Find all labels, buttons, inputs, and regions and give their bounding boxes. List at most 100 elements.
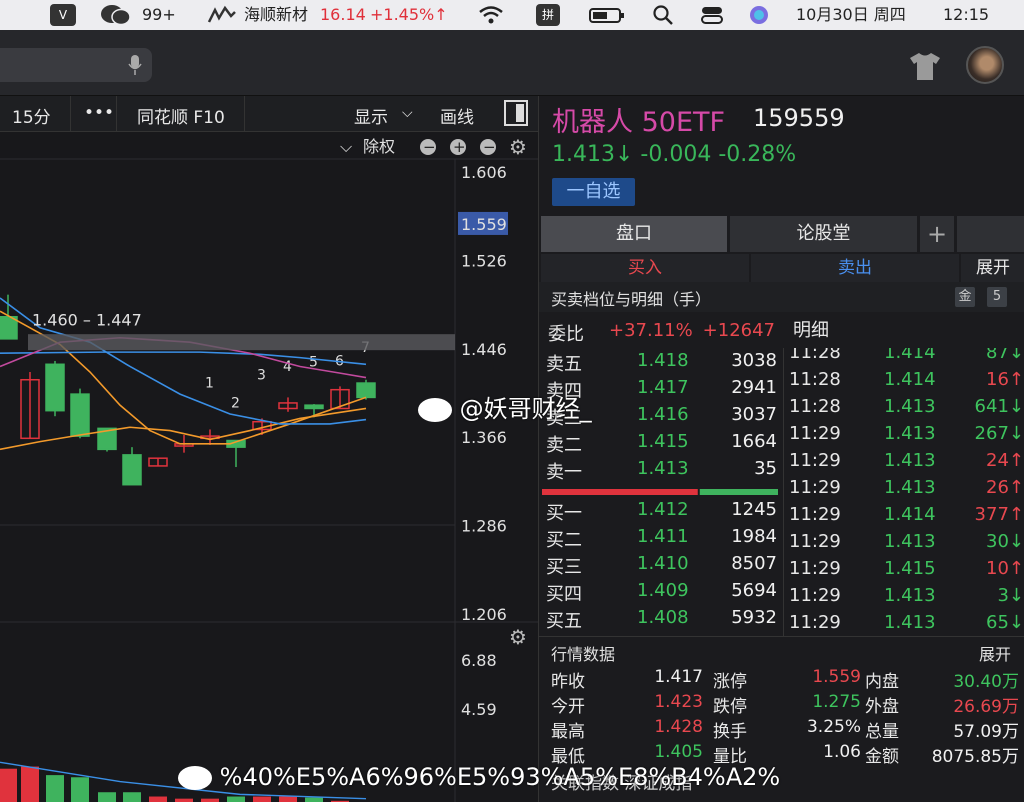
panel-tabs: 盘口 论股堂 + [539, 216, 1024, 252]
tick-row: 11:29 1.414 377↑ [784, 502, 1024, 529]
weibo-handle: @妖哥财经_ [459, 395, 592, 423]
level-label: 卖五 [546, 354, 582, 375]
display-menu[interactable]: 显示 [354, 103, 388, 128]
kline-svg: 除权 1234567 1.6061.5591.5261.4461.3661.28… [0, 135, 538, 802]
price-axis-tick: 1.606 [461, 163, 507, 182]
tick-list[interactable]: 11:28 1.414 87↓ 11:28 1.414 16↑ 11:28 1.413 641↓… [783, 348, 1024, 636]
wifi-icon[interactable] [478, 4, 504, 26]
input-method-icon[interactable]: 拼 [536, 4, 560, 26]
bid-row[interactable]: 买四 1.409 5694 [539, 578, 779, 605]
ratio-pct: +37.11% [609, 320, 693, 341]
ask-row[interactable]: 卖一 1.413 35 [539, 456, 779, 483]
bid-row[interactable]: 买五 1.408 5932 [539, 605, 779, 632]
level-gold-badge[interactable]: 金 [955, 287, 975, 307]
candle-body [304, 404, 324, 410]
order-book-title: 买卖档位与明细（手） [551, 290, 712, 309]
tick-time: 11:29 [789, 612, 841, 633]
bid-row[interactable]: 买一 1.412 1245 [539, 497, 779, 524]
zoom-in-icon-glyph: + [453, 138, 466, 156]
market-value: 57.09万 [953, 722, 1019, 742]
tick-row: 11:29 1.413 3↓ [784, 583, 1024, 610]
tick-price: 1.413 [884, 477, 936, 498]
market-value: 1.428 [654, 717, 703, 737]
market-value: 1.423 [654, 692, 703, 712]
add-tab-button[interactable]: + [920, 216, 954, 252]
sell-button[interactable]: 卖出 [751, 254, 959, 282]
url-watermark: %40%E5%A6%96%E5%93%A5%E8%B4%A2% [178, 763, 780, 791]
price-axis-tick: 1.366 [461, 428, 507, 447]
level-price: 1.410 [637, 553, 689, 574]
zoom-out-icon-glyph: − [423, 138, 436, 156]
ask-row[interactable]: 卖五 1.418 3038 [539, 348, 779, 375]
volume-settings-gear-icon[interactable]: ⚙ [509, 625, 527, 649]
market-label: 金额 [865, 747, 899, 767]
skin-theme-icon[interactable] [906, 50, 944, 82]
market-label: 涨停 [713, 672, 747, 692]
tab-blank [957, 216, 1024, 252]
stock-change: -0.004 [640, 142, 712, 167]
candle-body [70, 393, 90, 437]
market-value: 30.40万 [953, 672, 1019, 692]
tick-price: 1.413 [884, 585, 936, 606]
buy-button[interactable]: 买入 [541, 254, 749, 282]
tab-forum[interactable]: 论股堂 [730, 216, 917, 252]
microphone-icon[interactable] [128, 54, 142, 76]
market-value: 3.25% [806, 717, 861, 737]
level-count-badge[interactable]: 5 [987, 287, 1007, 307]
settings-gear-icon[interactable]: ⚙ [509, 135, 527, 159]
volume-bar [123, 792, 141, 802]
battery-icon[interactable] [588, 4, 628, 26]
market-row: 最高 1.428 换手 3.25% 总量 57.09万 [539, 717, 1024, 742]
minus-icon-glyph: − [483, 138, 496, 156]
level-price: 1.417 [637, 377, 689, 398]
user-avatar[interactable] [966, 46, 1004, 84]
tick-time: 11:29 [789, 423, 841, 444]
app-logo-icon[interactable]: V [50, 4, 76, 26]
tick-volume: 65↓ [986, 612, 1024, 633]
tick-price: 1.415 [884, 558, 936, 579]
menubar-date: 10月30日 周四 [796, 5, 906, 24]
quote-panel: 机器人 50ETF 159559 1.413↓ -0.004 -0.28% 一自… [538, 96, 1024, 802]
f10-button[interactable]: 同花顺 F10 [137, 103, 225, 128]
bid-row[interactable]: 买三 1.410 8507 [539, 551, 779, 578]
candle-number-label: 4 [283, 359, 292, 375]
siri-icon[interactable] [748, 4, 770, 26]
tick-volume: 3↓ [997, 585, 1024, 606]
menubar-stock-change: +1.45%↑ [370, 5, 448, 24]
bid-row[interactable]: 买二 1.411 1984 [539, 524, 779, 551]
tick-price: 1.413 [884, 531, 936, 552]
stock-ticker-icon[interactable] [207, 4, 237, 26]
wechat-icon[interactable] [100, 4, 132, 26]
level-volume: 1664 [731, 431, 777, 452]
kline-chart[interactable]: 除权 1234567 1.6061.5591.5261.4461.3661.28… [0, 132, 538, 802]
trade-expand-button[interactable]: 展开 [961, 254, 1024, 282]
sidebar-toggle-icon[interactable] [504, 100, 528, 126]
control-center-icon[interactable] [700, 4, 724, 26]
draw-line-button[interactable]: 画线 [440, 103, 474, 128]
add-favorite-button[interactable]: 一自选 [552, 178, 635, 206]
ask-row[interactable]: 卖二 1.415 1664 [539, 429, 779, 456]
chart-toolbar: 15分 ••• 同花顺 F10 显示 ⌵ 画线 [0, 96, 538, 132]
market-data-expand[interactable]: 展开 [979, 641, 1011, 665]
price-axis-tick: 1.206 [461, 605, 507, 624]
tick-volume: 30↓ [986, 531, 1024, 552]
more-button[interactable]: ••• [84, 103, 114, 123]
order-ratio-row: 委比 +37.11% +12647 [539, 316, 779, 348]
stock-name: 机器人 50ETF [552, 107, 726, 138]
volume-bar [279, 796, 297, 802]
period-selector[interactable]: 15分 [12, 103, 51, 128]
chevron-down-icon[interactable]: ⌵ [402, 105, 413, 121]
level-price: 1.418 [637, 350, 689, 371]
ticks-title: 明细 [793, 320, 829, 341]
tick-volume: 87↓ [986, 348, 1024, 363]
search-icon[interactable] [652, 4, 674, 26]
tab-pankou[interactable]: 盘口 [541, 216, 727, 252]
weibo-icon [418, 398, 452, 422]
menubar-stock-name: 海顺新材 [244, 5, 309, 24]
adjust-label[interactable]: 除权 [363, 137, 395, 156]
chevron-down-icon[interactable]: ⌵ [340, 137, 352, 156]
market-label: 今开 [551, 697, 585, 717]
market-label: 外盘 [865, 697, 899, 717]
market-row: 今开 1.423 跌停 1.275 外盘 26.69万 [539, 692, 1024, 717]
notification-count: 99+ [142, 5, 176, 24]
